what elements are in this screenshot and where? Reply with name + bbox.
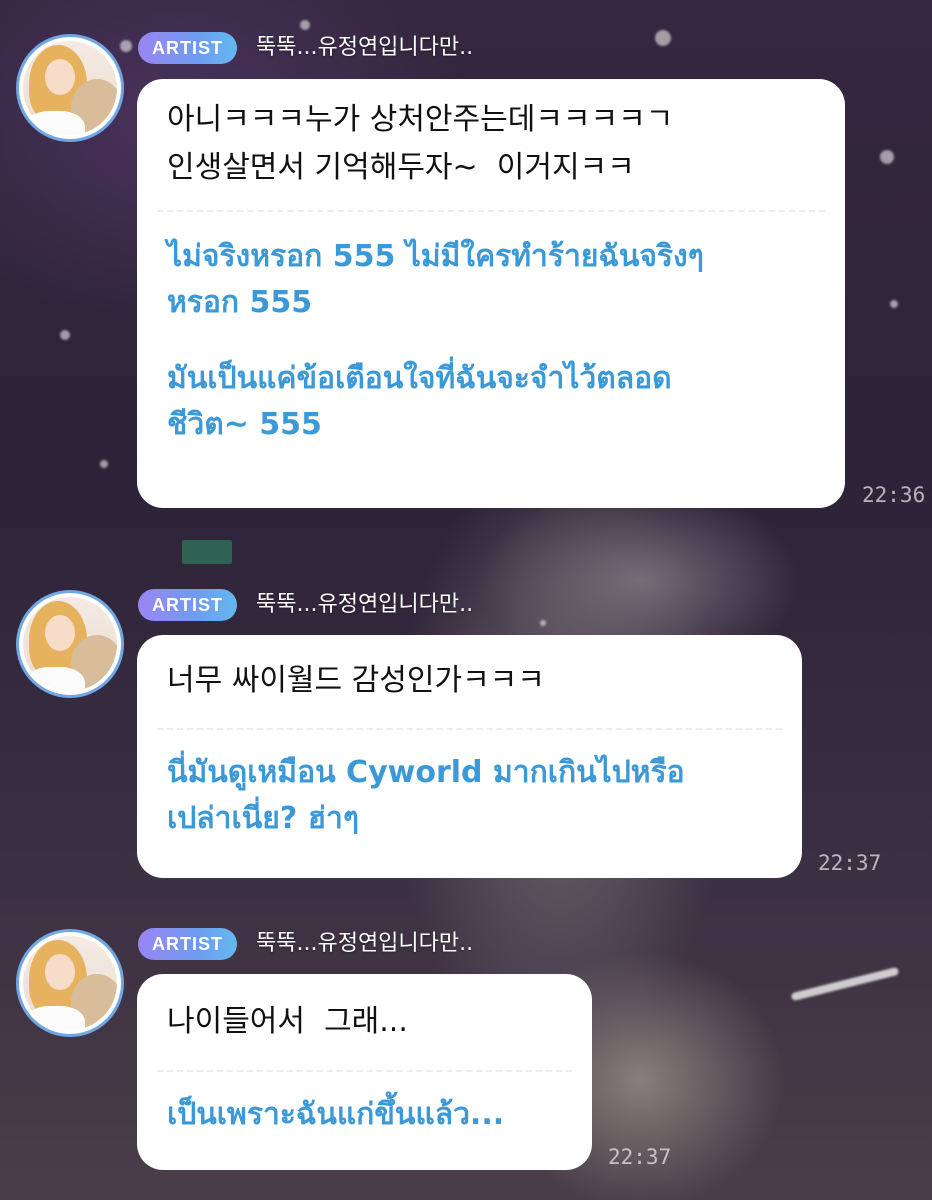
avatar-photo [23, 41, 117, 135]
translation-paragraph: มันเป็นแค่ข้อเตือนใจที่ฉันจะจำไว้ตลอด ชี… [167, 361, 672, 442]
sender-name[interactable]: 뚝뚝...유정연입니다만.. [256, 589, 473, 621]
translation-text: นี่มันดูเหมือน Cyworld มากเกินไปหรือ เปล… [167, 730, 772, 842]
avatar[interactable] [16, 929, 124, 1037]
stage-light [880, 150, 894, 164]
message-time: 22:36 [862, 483, 926, 507]
avatar[interactable] [16, 34, 124, 142]
original-line: 나이들어서 그래... [167, 1004, 408, 1039]
stage-light [120, 40, 132, 52]
stage-light [540, 620, 546, 626]
original-text: 나이들어서 그래... [167, 974, 562, 1070]
stage-light [60, 330, 70, 340]
stage-light [100, 460, 108, 468]
original-line: 너무 싸이월드 감성인가ㅋㅋㅋ [167, 663, 545, 698]
sender-name[interactable]: 뚝뚝...유정연입니다만.. [256, 928, 473, 960]
avatar-photo [23, 936, 117, 1030]
artist-badge: ARTIST [138, 589, 237, 621]
original-line: 인생살면서 기억해두자~ 이거지ㅋㅋ [167, 150, 635, 185]
stage-light [890, 300, 898, 308]
message-bubble[interactable]: 아니ㅋㅋㅋ누가 상처안주는데ㅋㅋㅋㅋㄱ 인생살면서 기억해두자~ 이거지ㅋㅋ ไ… [137, 79, 845, 508]
sender-name[interactable]: 뚝뚝...유정연입니다만.. [256, 32, 473, 64]
light-beam [790, 966, 900, 1002]
translation-paragraph: ไม่จริงหรอก 555 ไม่มีใครทำร้ายฉันจริงๆ ห… [167, 239, 704, 320]
exit-sign [182, 540, 232, 564]
translation-text: ไม่จริงหรอก 555 ไม่มีใครทำร้ายฉันจริงๆ ห… [167, 212, 815, 448]
original-text: 너무 싸이월드 감성인가ㅋㅋㅋ [167, 635, 772, 728]
avatar-photo [23, 597, 117, 691]
translation-paragraph: เป็นเพราะฉันแก่ขึ้นแล้ว... [167, 1097, 505, 1132]
original-line: 아니ㅋㅋㅋ누가 상처안주는데ㅋㅋㅋㅋㄱ [167, 102, 674, 137]
stage-light [300, 20, 310, 30]
message-time: 22:37 [818, 851, 882, 875]
translation-paragraph: นี่มันดูเหมือน Cyworld มากเกินไปหรือ เปล… [167, 755, 685, 836]
artist-badge: ARTIST [138, 32, 237, 64]
translation-text: เป็นเพราะฉันแก่ขึ้นแล้ว... [167, 1072, 562, 1138]
avatar[interactable] [16, 590, 124, 698]
artist-badge: ARTIST [138, 928, 237, 960]
message-time: 22:37 [608, 1145, 672, 1169]
message-bubble[interactable]: 너무 싸이월드 감성인가ㅋㅋㅋ นี่มันดูเหมือน Cyworld ม… [137, 635, 802, 878]
stage-light [655, 30, 671, 46]
original-text: 아니ㅋㅋㅋ누가 상처안주는데ㅋㅋㅋㅋㄱ 인생살면서 기억해두자~ 이거지ㅋㅋ [167, 79, 815, 210]
message-bubble[interactable]: 나이들어서 그래... เป็นเพราะฉันแก่ขึ้นแล้ว... [137, 974, 592, 1170]
